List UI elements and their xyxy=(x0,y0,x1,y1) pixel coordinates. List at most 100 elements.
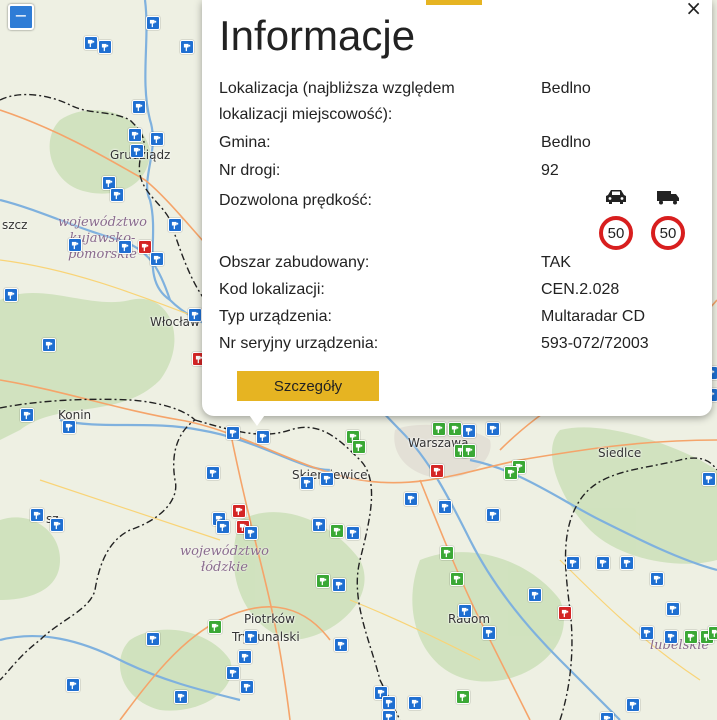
speed-camera-icon[interactable] xyxy=(458,604,472,618)
popup-accent-tab xyxy=(426,0,482,5)
camera-glyph-icon xyxy=(489,511,496,519)
speed-camera-icon[interactable] xyxy=(620,556,634,570)
speed-camera-icon[interactable] xyxy=(316,574,330,588)
speed-camera-icon[interactable] xyxy=(334,638,348,652)
speed-camera-icon[interactable] xyxy=(110,188,124,202)
speed-camera-icon[interactable] xyxy=(62,420,76,434)
camera-glyph-icon xyxy=(441,503,448,511)
popup-pointer xyxy=(247,412,267,426)
speed-camera-icon[interactable] xyxy=(486,422,500,436)
speed-camera-icon[interactable] xyxy=(30,508,44,522)
speed-camera-icon[interactable] xyxy=(600,712,614,720)
camera-glyph-icon xyxy=(177,693,184,701)
speed-camera-icon[interactable] xyxy=(20,408,34,422)
speed-camera-icon[interactable] xyxy=(558,606,572,620)
speed-camera-icon[interactable] xyxy=(174,690,188,704)
camera-glyph-icon xyxy=(65,423,72,431)
speed-camera-icon[interactable] xyxy=(180,40,194,54)
speed-camera-icon[interactable] xyxy=(146,632,160,646)
speed-camera-icon[interactable] xyxy=(566,556,580,570)
speed-camera-icon[interactable] xyxy=(226,666,240,680)
speed-camera-icon[interactable] xyxy=(408,696,422,710)
speed-camera-icon[interactable] xyxy=(238,650,252,664)
speed-camera-icon[interactable] xyxy=(232,504,246,518)
speed-camera-icon[interactable] xyxy=(626,698,640,712)
speed-camera-icon[interactable] xyxy=(118,240,132,254)
speed-camera-icon[interactable] xyxy=(432,422,446,436)
camera-glyph-icon xyxy=(531,591,538,599)
speed-camera-icon[interactable] xyxy=(168,218,182,232)
commune-label: Gmina: xyxy=(219,134,271,151)
speed-camera-icon[interactable] xyxy=(206,466,220,480)
close-icon[interactable]: × xyxy=(685,0,702,20)
speed-camera-icon[interactable] xyxy=(244,526,258,540)
popup-title: Informacje xyxy=(219,12,416,59)
speed-camera-icon[interactable] xyxy=(640,626,654,640)
speed-camera-icon[interactable] xyxy=(448,422,462,436)
speed-camera-icon[interactable] xyxy=(130,144,144,158)
speed-camera-icon[interactable] xyxy=(382,710,396,720)
speed-camera-icon[interactable] xyxy=(66,678,80,692)
camera-glyph-icon xyxy=(53,521,60,529)
speed-camera-icon[interactable] xyxy=(300,476,314,490)
speed-camera-icon[interactable] xyxy=(320,472,334,486)
speed-camera-icon[interactable] xyxy=(132,100,146,114)
speed-camera-icon[interactable] xyxy=(188,308,202,322)
speed-camera-icon[interactable] xyxy=(664,630,678,644)
speed-camera-icon[interactable] xyxy=(146,16,160,30)
camera-glyph-icon xyxy=(411,699,418,707)
speed-camera-icon[interactable] xyxy=(208,620,222,634)
speed-camera-icon[interactable] xyxy=(504,466,518,480)
camera-glyph-icon xyxy=(87,39,94,47)
speed-camera-icon[interactable] xyxy=(256,430,270,444)
details-button[interactable]: Szczegóły xyxy=(237,371,379,401)
speed-camera-icon[interactable] xyxy=(312,518,326,532)
camera-glyph-icon xyxy=(489,425,496,433)
speed-camera-icon[interactable] xyxy=(240,680,254,694)
speed-camera-icon[interactable] xyxy=(650,572,664,586)
speed-camera-icon[interactable] xyxy=(98,40,112,54)
speed-camera-icon[interactable] xyxy=(666,602,680,616)
speed-camera-icon[interactable] xyxy=(68,238,82,252)
speed-camera-icon[interactable] xyxy=(708,626,717,640)
camera-glyph-icon xyxy=(443,549,450,557)
speed-camera-icon[interactable] xyxy=(42,338,56,352)
speed-camera-icon[interactable] xyxy=(404,492,418,506)
camera-glyph-icon xyxy=(669,605,676,613)
speed-camera-icon[interactable] xyxy=(596,556,610,570)
speed-camera-icon[interactable] xyxy=(244,630,258,644)
speed-camera-icon[interactable] xyxy=(450,572,464,586)
speed-camera-icon[interactable] xyxy=(150,132,164,146)
speed-camera-icon[interactable] xyxy=(216,520,230,534)
speed-camera-icon[interactable] xyxy=(128,128,142,142)
truck-icon xyxy=(657,191,679,205)
speed-camera-icon[interactable] xyxy=(84,36,98,50)
speed-camera-icon[interactable] xyxy=(486,508,500,522)
speed-camera-icon[interactable] xyxy=(462,424,476,438)
speed-camera-icon[interactable] xyxy=(4,288,18,302)
speed-limits: 50 50 xyxy=(598,188,686,250)
location-code-label: Kod lokalizacji: xyxy=(219,281,325,298)
speed-camera-icon[interactable] xyxy=(482,626,496,640)
speed-camera-icon[interactable] xyxy=(456,690,470,704)
speed-camera-icon[interactable] xyxy=(352,440,366,454)
speed-camera-icon[interactable] xyxy=(438,500,452,514)
camera-glyph-icon xyxy=(69,681,76,689)
zoom-out-button[interactable]: − xyxy=(8,4,34,30)
speed-camera-icon[interactable] xyxy=(226,426,240,440)
speed-camera-icon[interactable] xyxy=(382,696,396,710)
place-label: Piotrków xyxy=(244,612,295,626)
speed-camera-icon[interactable] xyxy=(430,464,444,478)
camera-glyph-icon xyxy=(335,581,342,589)
speed-camera-icon[interactable] xyxy=(684,630,698,644)
speed-camera-icon[interactable] xyxy=(330,524,344,538)
speed-camera-icon[interactable] xyxy=(528,588,542,602)
speed-camera-icon[interactable] xyxy=(346,526,360,540)
speed-camera-icon[interactable] xyxy=(332,578,346,592)
speed-camera-icon[interactable] xyxy=(50,518,64,532)
speed-camera-icon[interactable] xyxy=(462,444,476,458)
speed-camera-icon[interactable] xyxy=(150,252,164,266)
speed-camera-icon[interactable] xyxy=(702,472,716,486)
place-label: Trybunalski xyxy=(232,630,300,644)
speed-camera-icon[interactable] xyxy=(440,546,454,560)
